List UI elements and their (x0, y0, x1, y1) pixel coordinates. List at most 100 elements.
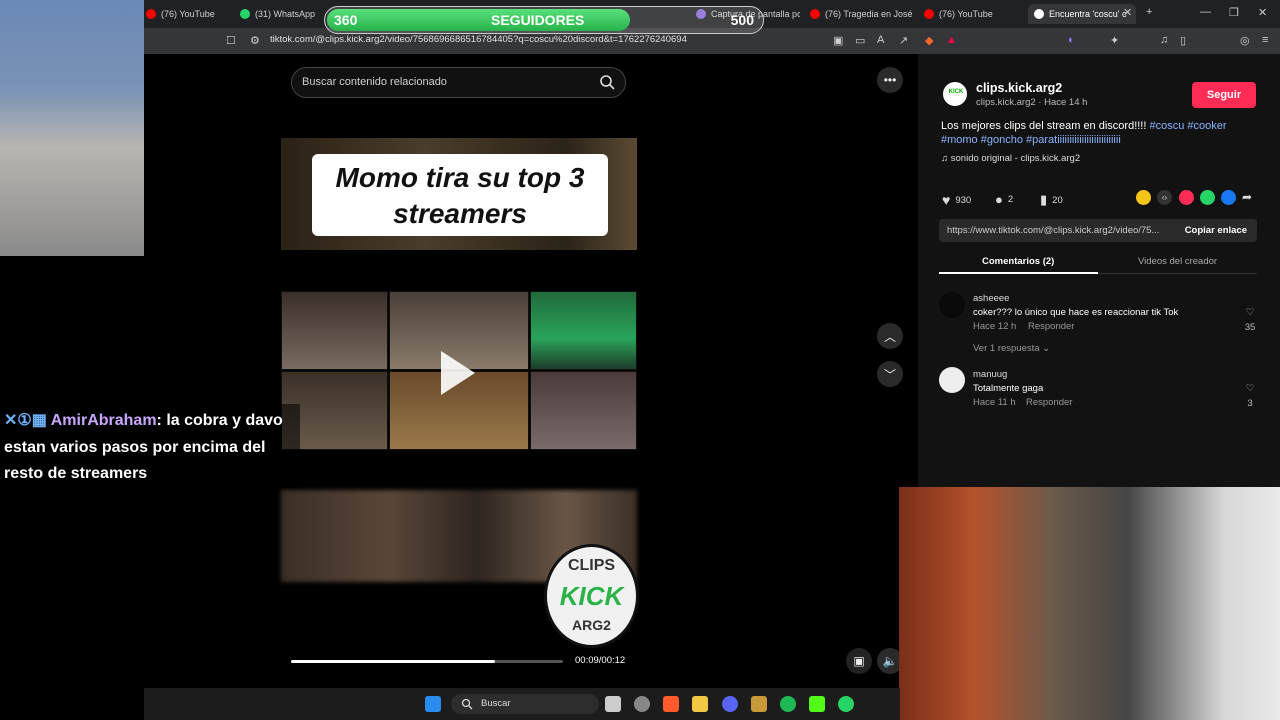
bookmark-icon: ▮ (1040, 192, 1048, 207)
search-icon[interactable] (599, 74, 615, 90)
youtube-icon (146, 9, 156, 19)
new-tab-icon[interactable]: + (1146, 6, 1152, 18)
comment-icon: ● (995, 192, 1003, 207)
cast-icon[interactable]: ▭ (855, 34, 865, 47)
maximize-icon[interactable]: ❐ (1229, 6, 1239, 19)
tab-youtube[interactable]: (76) YouTube (140, 4, 230, 24)
windows-taskbar: Buscar (144, 688, 900, 720)
youtube-icon (924, 9, 934, 19)
follow-button[interactable]: Seguir (1192, 82, 1256, 108)
hashtag[interactable]: #momo (941, 134, 978, 146)
music-label[interactable]: ♫ sonido original - clips.kick.arg2 (941, 153, 1080, 164)
extensions-icon[interactable]: ✦ (1110, 34, 1119, 47)
comment-user[interactable]: asheeee (973, 293, 1009, 304)
hashtag[interactable]: #coscu (1149, 120, 1184, 132)
hashtag[interactable]: #cooker (1187, 120, 1226, 132)
reply-button[interactable]: Responder (1028, 321, 1074, 332)
send-icon[interactable] (1179, 190, 1194, 205)
app-icon[interactable] (751, 696, 767, 712)
video-title-box: Momo tira su top 3 streamers (312, 154, 608, 236)
brave-icon[interactable] (663, 696, 679, 712)
comment-user[interactable]: manuug (973, 369, 1007, 380)
extension-puzzle-icon[interactable]: ◐ (1068, 34, 1075, 46)
close-tab-icon[interactable]: ✕ (1123, 6, 1132, 19)
more-options-button[interactable]: ••• (877, 67, 903, 93)
comment-avatar[interactable] (939, 292, 965, 318)
next-video-button[interactable]: ﹀ (877, 361, 903, 387)
like-stat[interactable]: ♥ 930 (942, 192, 971, 208)
author-avatar[interactable]: KICK (941, 80, 969, 108)
tab-tiktok[interactable]: Encuentra 'coscu' c (1028, 4, 1136, 24)
comment-avatar[interactable] (939, 367, 965, 393)
comment-text: coker??? lo único que hace es reaccionar… (973, 307, 1179, 318)
video-time: 00:09/00:12 (575, 655, 626, 666)
menu-icon[interactable]: ≡ (1262, 34, 1268, 46)
goal-label: SEGUIDORES (491, 12, 585, 28)
goal-start: 360 (334, 12, 358, 28)
save-stat[interactable]: ▮ 20 (1040, 192, 1063, 208)
whatsapp-share-icon[interactable] (1200, 190, 1215, 205)
post-description: Los mejores clips del stream en discord!… (941, 120, 1227, 146)
pip-button[interactable]: ▣ (846, 648, 872, 674)
hashtag[interactable]: #goncho (981, 134, 1023, 146)
emoji-share-icon[interactable] (1136, 190, 1151, 205)
video-progress-bar[interactable] (291, 660, 563, 663)
goal-end: 500 (730, 12, 754, 28)
prev-video-button[interactable]: ︿ (877, 323, 903, 349)
taskbar-search[interactable]: Buscar (451, 694, 599, 714)
comment-heart-icon[interactable]: ♡ (1242, 383, 1258, 394)
view-replies-button[interactable]: Ver 1 respuesta ⌄ (973, 343, 1050, 354)
brave-rewards-icon[interactable]: ▲ (946, 34, 957, 46)
start-icon[interactable] (425, 696, 441, 712)
video-title: Momo tira su top 3 streamers (335, 162, 585, 229)
translate-icon[interactable]: A (877, 34, 884, 46)
comment-text: Totalmente gaga (973, 383, 1044, 394)
play-icon[interactable] (441, 351, 475, 395)
bookmark-icon[interactable]: ☐ (226, 34, 236, 47)
tab-youtube-2[interactable]: (76) YouTube (918, 4, 1024, 24)
search-input[interactable]: Buscar contenido relacionado (302, 76, 447, 88)
minimize-icon[interactable]: — (1200, 6, 1211, 18)
clips-kick-logo: CLIPS KICK ARG2 (544, 544, 639, 648)
file-explorer-icon[interactable] (692, 696, 708, 712)
follower-goal-bar: 360 SEGUIDORES 500 (324, 6, 764, 34)
sidebar-icon[interactable]: ▯ (1180, 34, 1186, 47)
spotify-icon[interactable] (780, 696, 796, 712)
music-note-icon: ♫ (941, 153, 951, 164)
discord-icon[interactable] (722, 696, 738, 712)
brave-shield-icon[interactable]: ◆ (925, 34, 933, 47)
facebook-share-icon[interactable] (1221, 190, 1236, 205)
comment-time: Hace 11 h (973, 397, 1016, 408)
tab-active-indicator (939, 272, 1098, 274)
url-field[interactable]: tiktok.com/@clips.kick.arg2/video/756869… (270, 34, 687, 45)
share-more-icon[interactable]: ➦ (1242, 190, 1257, 205)
vpn-icon[interactable]: ◎ (1240, 34, 1250, 47)
video-cam-tile (281, 291, 388, 370)
author-name[interactable]: clips.kick.arg2 (976, 81, 1062, 95)
hashtag[interactable]: #paratiiiiiiiiiiiiiiiiiiiiiiiiii (1026, 134, 1121, 146)
reply-button[interactable]: Responder (1026, 397, 1072, 408)
media-icon[interactable]: ♫ (1160, 34, 1168, 46)
whatsapp-icon[interactable] (838, 696, 854, 712)
search-icon (461, 698, 473, 710)
embed-icon[interactable]: ‹› (1157, 190, 1172, 205)
close-window-icon[interactable]: ✕ (1258, 6, 1267, 19)
video-cam-tile (530, 291, 637, 370)
post-link[interactable]: https://www.tiktok.com/@clips.kick.arg2/… (947, 225, 1173, 236)
task-view-icon[interactable] (605, 696, 621, 712)
tab-comments[interactable]: Comentarios (2) (982, 256, 1054, 267)
copy-link-button[interactable]: Copiar enlace (1185, 225, 1247, 236)
chat-username: AmirAbraham (50, 412, 157, 429)
share-icon[interactable]: ↗ (899, 34, 908, 47)
comment-heart-icon[interactable]: ♡ (1242, 307, 1258, 318)
kick-icon[interactable] (809, 696, 825, 712)
extension-icon[interactable]: ▣ (833, 34, 843, 47)
tab-creator-videos[interactable]: Videos del creador (1138, 256, 1217, 267)
widgets-icon[interactable] (634, 696, 650, 712)
tab-tragedia[interactable]: (76) Tragedia en José C (804, 4, 914, 24)
comment-stat[interactable]: ● 2 (995, 192, 1013, 207)
tab-whatsapp[interactable]: (31) WhatsApp (234, 4, 324, 24)
tiktok-icon (1034, 9, 1044, 19)
related-search-bar[interactable]: Buscar contenido relacionado (291, 67, 626, 98)
site-settings-icon[interactable]: ⚙ (250, 34, 260, 47)
